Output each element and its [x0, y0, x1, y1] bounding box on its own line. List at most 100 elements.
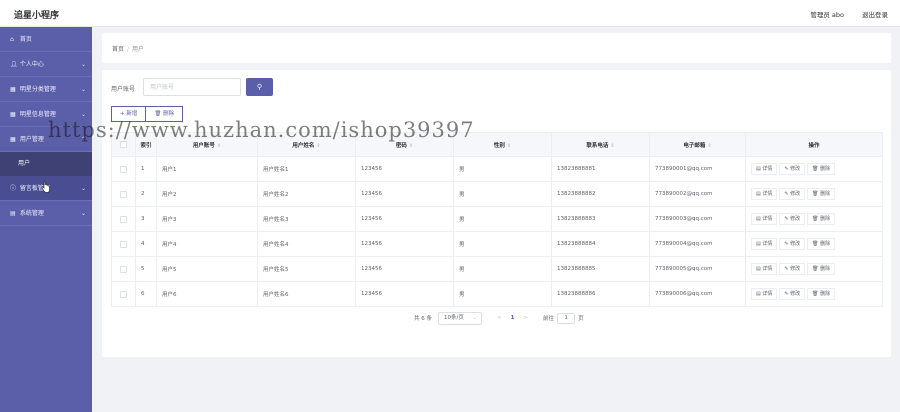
table-cell: 男 [453, 156, 552, 182]
sort-icon[interactable]: ⇕ [316, 143, 320, 149]
add-button[interactable]: + 新增 [111, 106, 147, 122]
user-table: 索引 用户账号 ⇕ 用户姓名 ⇕ 密码 ⇕ 性别 ⇕ 联系电话 ⇕ 电子邮箱 ⇕ 操作 1用… [111, 132, 883, 307]
table-cell: 5 [135, 256, 157, 282]
submenu-item-user[interactable]: 用户 [0, 152, 92, 176]
chevron-down-icon: ⌄ [80, 86, 86, 93]
table-cell: 1 [135, 156, 157, 182]
row-actions: ▤ 详情 ✎ 修改 🗑︎ 删除 [745, 181, 883, 207]
sidebar-item-user-management[interactable]: ▦ 用户管理 ⌃ [0, 127, 92, 152]
table-cell: 773890006@qq.com [649, 281, 746, 307]
detail-button[interactable]: ▤ 详情 [751, 238, 778, 250]
column-header[interactable]: 联系电话 ⇕ [551, 132, 650, 157]
sidebar-item-label: 系统管理 [19, 210, 44, 217]
table-cell: 用户5 [156, 256, 258, 282]
row-actions: ▤ 详情 ✎ 修改 🗑︎ 删除 [745, 256, 883, 282]
hand-cursor-icon [41, 181, 50, 193]
user-icon: 👤︎ [10, 61, 18, 68]
delete-button[interactable]: 🗑︎ 删除 [146, 106, 184, 122]
table-cell: 123456 [355, 156, 454, 182]
sidebar-item-personal-center[interactable]: 👤︎ 个人中心 ⌄ [0, 52, 92, 77]
sidebar-item-home[interactable]: ⌂ 首页 [0, 27, 92, 52]
delete-row-button[interactable]: 🗑︎ 删除 [807, 213, 836, 225]
edit-button[interactable]: ✎ 修改 [779, 263, 806, 275]
page-unit-label: 页 [578, 316, 584, 322]
table-row: 6 用户6 用户姓名6 123456 男 13823888886 773890006@qq.… [111, 281, 883, 307]
trash-icon: 🗑︎ [154, 111, 164, 117]
column-header[interactable]: 密码 ⇕ [355, 132, 454, 157]
search-input[interactable] [143, 78, 241, 96]
row-actions: ▤ 详情 ✎ 修改 🗑︎ 删除 [745, 156, 883, 182]
table-row: 1 用户1 用户姓名1 123456 男 13823888881 773890001@qq.… [111, 156, 883, 182]
sidebar-item-label: 个人中心 [19, 61, 44, 68]
detail-button[interactable]: ▤ 详情 [751, 288, 778, 300]
edit-button[interactable]: ✎ 修改 [779, 288, 806, 300]
sort-icon[interactable]: ⇕ [707, 143, 711, 149]
sidebar-item-label: 用户管理 [19, 136, 44, 143]
chevron-down-icon: ⌄ [80, 210, 86, 217]
toolbar: + 新增 🗑︎ 删除 [111, 106, 184, 122]
table-cell: 用户姓名1 [257, 156, 356, 182]
logout-link[interactable]: 退出登录 [862, 9, 888, 19]
breadcrumb-home[interactable]: 首页 [112, 46, 124, 53]
delete-row-button[interactable]: 🗑︎ 删除 [807, 263, 836, 275]
table-cell: 2 [135, 181, 157, 207]
sidebar-item-label: 明星信息管理 [19, 111, 56, 118]
page-number[interactable]: 1 [511, 315, 515, 321]
breadcrumb-current: 用户 [132, 46, 145, 53]
prev-page-button[interactable]: < [497, 315, 502, 321]
select-all-checkbox[interactable] [111, 132, 136, 157]
detail-button[interactable]: ▤ 详情 [751, 163, 778, 175]
table-cell: 用户姓名3 [257, 206, 356, 232]
table-cell: 用户姓名5 [257, 256, 356, 282]
row-checkbox[interactable] [111, 181, 136, 207]
table-cell: 773890002@qq.com [649, 181, 746, 207]
message-icon: ⓘ [10, 185, 17, 192]
column-header[interactable]: 电子邮箱 ⇕ [649, 132, 746, 157]
edit-button[interactable]: ✎ 修改 [779, 213, 806, 225]
delete-row-button[interactable]: 🗑︎ 删除 [807, 238, 836, 250]
chevron-down-icon: ⌄ [80, 185, 86, 192]
sidebar-item-star-info[interactable]: ▦ 明星信息管理 ⌄ [0, 102, 92, 127]
sidebar-item-system[interactable]: ▤ 系统管理 ⌄ [0, 201, 92, 226]
edit-button[interactable]: ✎ 修改 [779, 188, 806, 200]
delete-row-button[interactable]: 🗑︎ 删除 [807, 288, 836, 300]
table-cell: 用户4 [156, 231, 258, 257]
sort-icon[interactable]: ⇕ [507, 143, 511, 149]
delete-row-button[interactable]: 🗑︎ 删除 [807, 188, 836, 200]
row-actions: ▤ 详情 ✎ 修改 🗑︎ 删除 [745, 231, 883, 257]
submenu: 用户 [0, 152, 92, 176]
row-checkbox[interactable] [111, 156, 136, 182]
page-size-select[interactable]: 10条/页 ⌄ [438, 311, 482, 325]
table-cell: 用户2 [156, 181, 258, 207]
table-cell: 773890005@qq.com [649, 256, 746, 282]
row-checkbox[interactable] [111, 231, 136, 257]
next-page-button[interactable]: > [523, 315, 528, 321]
table-cell: 13823888886 [551, 281, 650, 307]
settings-icon: ▤ [10, 210, 16, 217]
detail-button[interactable]: ▤ 详情 [751, 263, 778, 275]
row-checkbox[interactable] [111, 206, 136, 232]
admin-label: 管理员 abo [810, 11, 844, 19]
row-checkbox[interactable] [111, 256, 136, 282]
column-header[interactable]: 用户姓名 ⇕ [257, 132, 356, 157]
search-button[interactable]: ⚲ [246, 78, 273, 96]
table-cell: 用户6 [156, 281, 258, 307]
edit-button[interactable]: ✎ 修改 [779, 238, 806, 250]
sort-icon[interactable]: ⇕ [610, 143, 614, 149]
row-checkbox[interactable] [111, 281, 136, 307]
table-row: 3 用户3 用户姓名3 123456 男 13823888883 773890003@qq.… [111, 206, 883, 232]
column-header[interactable]: 性别 ⇕ [453, 132, 552, 157]
table-cell: 123456 [355, 231, 454, 257]
sort-icon[interactable]: ⇕ [409, 143, 413, 149]
sidebar-item-star-category[interactable]: ▦ 明星分类管理 ⌄ [0, 77, 92, 102]
sort-icon[interactable]: ⇕ [217, 143, 221, 149]
table-cell: 13823888883 [551, 206, 650, 232]
detail-button[interactable]: ▤ 详情 [751, 213, 778, 225]
edit-button[interactable]: ✎ 修改 [779, 163, 806, 175]
chevron-down-icon: ⌄ [80, 111, 86, 118]
column-header[interactable]: 用户账号 ⇕ [156, 132, 258, 157]
table-cell: 男 [453, 281, 552, 307]
goto-page-input[interactable] [557, 312, 576, 324]
detail-button[interactable]: ▤ 详情 [751, 188, 778, 200]
delete-row-button[interactable]: 🗑︎ 删除 [807, 163, 836, 175]
